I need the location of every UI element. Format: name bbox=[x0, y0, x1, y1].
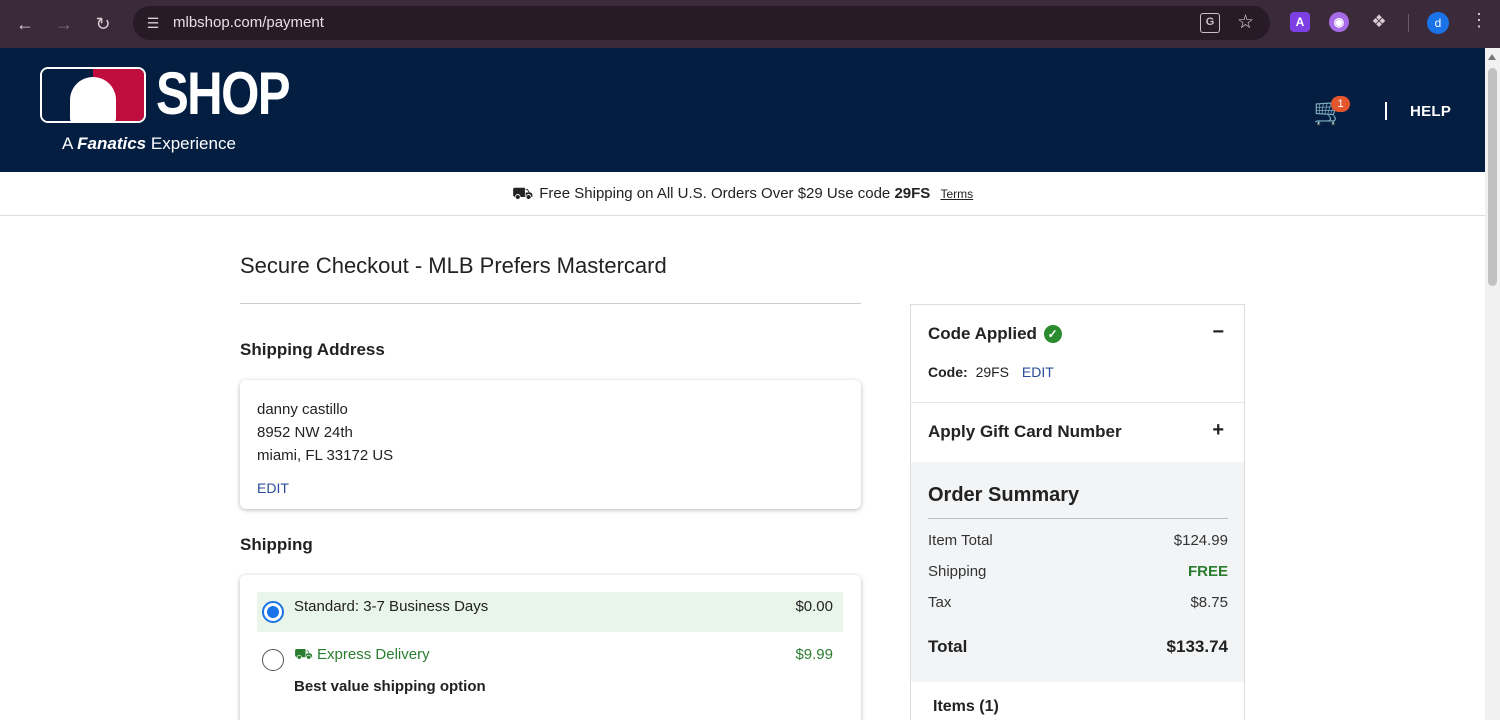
extension-b-icon[interactable]: ◉ bbox=[1329, 12, 1349, 32]
address-edit-link[interactable]: EDIT bbox=[257, 480, 289, 496]
page-scrollbar[interactable] bbox=[1485, 48, 1500, 720]
gift-card-heading[interactable]: Apply Gift Card Number bbox=[928, 422, 1122, 442]
truck-icon: ⛟ bbox=[511, 184, 534, 204]
item-total-value: $124.99 bbox=[1173, 532, 1228, 549]
item-total-row: Item Total $124.99 bbox=[928, 532, 1228, 549]
shipping-options-card: Standard: 3-7 Business Days $0.00 ⛟ Expr… bbox=[240, 575, 861, 720]
code-row: Code: 29FS EDIT bbox=[928, 364, 1054, 380]
site-header: SHOP A Fanatics Experience 🛒 1 HELP bbox=[0, 48, 1485, 172]
tagline-suffix: Experience bbox=[150, 134, 236, 153]
address-bar[interactable]: ☰ mlbshop.com/payment G ☆ bbox=[133, 6, 1270, 40]
expand-gift-card-button[interactable]: + bbox=[1212, 419, 1224, 442]
code-applied-heading: Code Applied ✓ bbox=[928, 324, 1062, 344]
header-divider bbox=[1385, 102, 1387, 120]
shipping-row: Shipping FREE bbox=[928, 563, 1228, 580]
shipping-value: FREE bbox=[1187, 563, 1228, 580]
scroll-up-icon[interactable] bbox=[1488, 54, 1496, 60]
standard-radio[interactable] bbox=[262, 601, 284, 623]
forward-icon[interactable]: → bbox=[52, 12, 76, 36]
shipping-option-standard[interactable]: Standard: 3-7 Business Days $0.00 bbox=[257, 592, 843, 632]
tagline-brand: Fanatics bbox=[77, 134, 147, 153]
address-city: miami, FL 33172 US bbox=[257, 447, 394, 464]
summary-divider bbox=[928, 518, 1228, 519]
shipping-heading: Shipping bbox=[240, 535, 313, 554]
code-edit-link[interactable]: EDIT bbox=[1022, 364, 1054, 380]
reload-icon[interactable]: ↻ bbox=[91, 12, 115, 36]
scrollbar-thumb[interactable] bbox=[1488, 68, 1497, 286]
total-value: $133.74 bbox=[1166, 637, 1228, 656]
tax-value: $8.75 bbox=[1190, 594, 1228, 611]
address-name: danny castillo bbox=[257, 401, 348, 418]
code-label: Code: bbox=[928, 364, 968, 380]
order-summary-title: Order Summary bbox=[928, 484, 1080, 506]
terms-link[interactable]: Terms bbox=[940, 187, 973, 201]
extension-a-icon[interactable]: A bbox=[1290, 12, 1310, 32]
fast-truck-icon: ⛟ bbox=[294, 646, 313, 663]
promo-text: Free Shipping on All U.S. Orders Over $2… bbox=[539, 185, 891, 202]
star-icon[interactable]: ☆ bbox=[1237, 11, 1254, 34]
site-info-icon[interactable]: ☰ bbox=[143, 13, 163, 33]
tax-label: Tax bbox=[928, 594, 952, 611]
browser-toolbar: ← → ↻ ☰ mlbshop.com/payment G ☆ A ◉ ❖ d … bbox=[0, 0, 1500, 48]
logo-tagline: A Fanatics Experience bbox=[62, 134, 236, 154]
code-value: 29FS bbox=[975, 364, 1010, 380]
mlb-logo[interactable] bbox=[40, 67, 146, 123]
express-subtitle: Best value shipping option bbox=[294, 678, 486, 695]
express-price: $9.99 bbox=[795, 646, 833, 663]
help-link[interactable]: HELP bbox=[1410, 103, 1451, 120]
address-card: danny castillo 8952 NW 24th miami, FL 33… bbox=[240, 380, 861, 509]
standard-label: Standard: 3-7 Business Days bbox=[294, 598, 489, 615]
express-radio[interactable] bbox=[262, 649, 284, 671]
express-label: Express Delivery bbox=[317, 646, 430, 663]
order-summary: Order Summary Item Total $124.99 Shippin… bbox=[911, 462, 1244, 682]
tax-row: Tax $8.75 bbox=[928, 594, 1228, 611]
total-row: Total $133.74 bbox=[928, 637, 1228, 657]
profile-avatar[interactable]: d bbox=[1427, 12, 1449, 34]
order-sidebar: Code Applied ✓ − Code: 29FS EDIT Apply G… bbox=[910, 304, 1245, 720]
check-circle-icon: ✓ bbox=[1043, 325, 1062, 343]
cart-count-badge: 1 bbox=[1331, 96, 1350, 112]
shipping-label: Shipping bbox=[928, 563, 987, 580]
translate-icon[interactable]: G bbox=[1200, 13, 1220, 33]
item-total-label: Item Total bbox=[928, 532, 993, 549]
tagline-prefix: A bbox=[62, 134, 73, 153]
total-label: Total bbox=[928, 637, 968, 656]
collapse-code-button[interactable]: − bbox=[1212, 321, 1224, 344]
shipping-option-express[interactable]: ⛟ Express Delivery $9.99 bbox=[257, 640, 843, 680]
code-applied-text: Code Applied bbox=[928, 324, 1037, 343]
extensions-icon[interactable]: ❖ bbox=[1369, 12, 1389, 32]
menu-icon[interactable]: ⋮ bbox=[1470, 10, 1488, 31]
shop-logo-text[interactable]: SHOP bbox=[156, 62, 291, 126]
page-title: Secure Checkout - MLB Prefers Mastercard bbox=[240, 253, 667, 278]
address-street: 8952 NW 24th bbox=[257, 424, 353, 441]
express-label-wrap: ⛟ Express Delivery bbox=[294, 646, 430, 665]
toolbar-divider bbox=[1408, 14, 1409, 32]
sidebar-divider bbox=[911, 402, 1244, 403]
back-icon[interactable]: ← bbox=[13, 12, 37, 36]
promo-banner: ⛟ Free Shipping on All U.S. Orders Over $… bbox=[0, 172, 1485, 216]
title-divider bbox=[240, 303, 861, 304]
shipping-address-heading: Shipping Address bbox=[240, 340, 385, 359]
items-heading[interactable]: Items (1) bbox=[933, 698, 999, 716]
promo-code: 29FS bbox=[894, 185, 931, 202]
cart-button[interactable]: 🛒 1 bbox=[1313, 96, 1350, 126]
url-text[interactable]: mlbshop.com/payment bbox=[173, 14, 324, 31]
standard-price: $0.00 bbox=[795, 598, 833, 615]
